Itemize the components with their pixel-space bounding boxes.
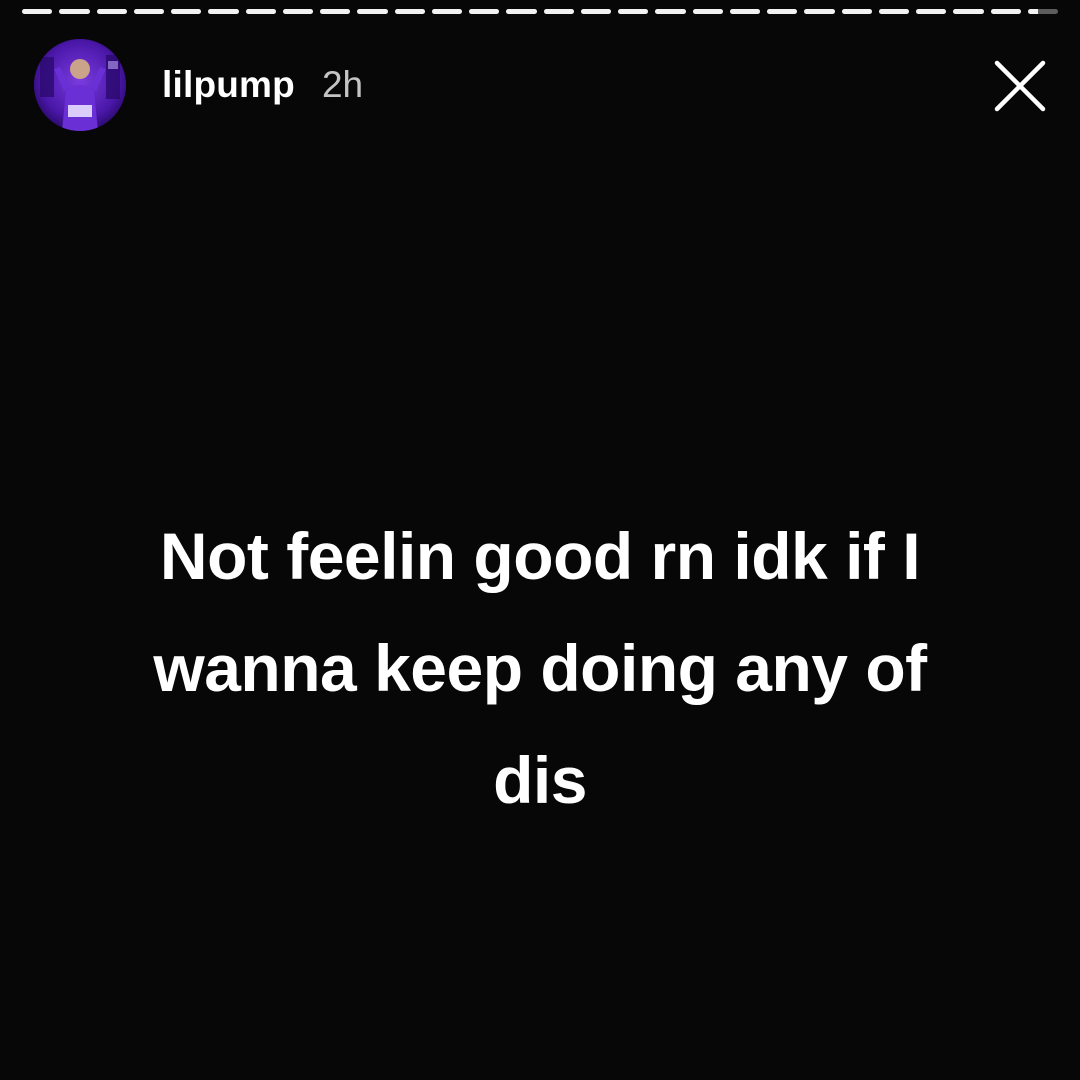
progress-segment — [953, 9, 984, 14]
progress-segment-fill — [692, 9, 723, 14]
progress-segment-fill — [878, 9, 909, 14]
progress-segment — [22, 9, 53, 14]
progress-segment — [506, 9, 537, 14]
username[interactable]: lilpump — [162, 64, 295, 106]
caption-line: dis — [493, 743, 587, 817]
progress-segment-fill — [320, 9, 351, 14]
progress-segment-fill — [208, 9, 239, 14]
caption-line: wanna keep doing any of — [153, 631, 927, 705]
progress-segment — [618, 9, 649, 14]
progress-segment-fill — [171, 9, 202, 14]
progress-segment-fill — [580, 9, 611, 14]
progress-segment-fill — [22, 9, 53, 14]
progress-segment — [469, 9, 500, 14]
progress-segment-fill — [96, 9, 127, 14]
progress-segment — [729, 9, 760, 14]
progress-segment — [878, 9, 909, 14]
progress-segment — [841, 9, 872, 14]
progress-segment — [692, 9, 723, 14]
progress-segment-fill — [655, 9, 686, 14]
story-progress-bar — [22, 9, 1058, 15]
progress-segment-fill — [804, 9, 835, 14]
caption-line: Not feelin good rn idk if I — [159, 519, 921, 593]
progress-segment — [655, 9, 686, 14]
progress-segment-fill — [506, 9, 537, 14]
progress-segment-fill — [841, 9, 872, 14]
progress-segment-fill — [357, 9, 388, 14]
close-icon[interactable] — [992, 58, 1048, 114]
progress-segment — [1027, 9, 1058, 14]
progress-segment — [990, 9, 1021, 14]
progress-segment — [916, 9, 947, 14]
progress-segment-fill — [1027, 9, 1039, 14]
progress-segment-fill — [729, 9, 760, 14]
progress-segment-fill — [282, 9, 313, 14]
story-caption: Not feelin good rn idk if I wanna keep d… — [60, 500, 1020, 836]
progress-segment — [245, 9, 276, 14]
progress-segment — [133, 9, 164, 14]
progress-segment — [208, 9, 239, 14]
progress-segment — [320, 9, 351, 14]
progress-segment-fill — [469, 9, 500, 14]
progress-segment — [96, 9, 127, 14]
progress-segment-fill — [767, 9, 798, 14]
progress-segment — [394, 9, 425, 14]
story-viewer[interactable]: lilpump 2h Not feelin good rn idk if I w… — [0, 0, 1080, 1080]
avatar[interactable] — [34, 39, 126, 131]
progress-segment-fill — [133, 9, 164, 14]
progress-segment-fill — [543, 9, 574, 14]
progress-segment-fill — [59, 9, 90, 14]
progress-segment-fill — [990, 9, 1021, 14]
progress-segment — [357, 9, 388, 14]
progress-segment-fill — [431, 9, 462, 14]
profile-avatar-image — [34, 39, 126, 131]
progress-segment-fill — [618, 9, 649, 14]
progress-segment — [580, 9, 611, 14]
progress-segment — [767, 9, 798, 14]
progress-segment — [59, 9, 90, 14]
progress-segment — [431, 9, 462, 14]
progress-segment-fill — [245, 9, 276, 14]
progress-segment — [543, 9, 574, 14]
progress-segment-fill — [394, 9, 425, 14]
progress-segment — [282, 9, 313, 14]
progress-segment — [804, 9, 835, 14]
story-header: lilpump 2h — [34, 38, 1056, 132]
progress-segment-fill — [953, 9, 984, 14]
progress-segment-fill — [916, 9, 947, 14]
post-timestamp: 2h — [321, 64, 364, 105]
progress-segment — [171, 9, 202, 14]
